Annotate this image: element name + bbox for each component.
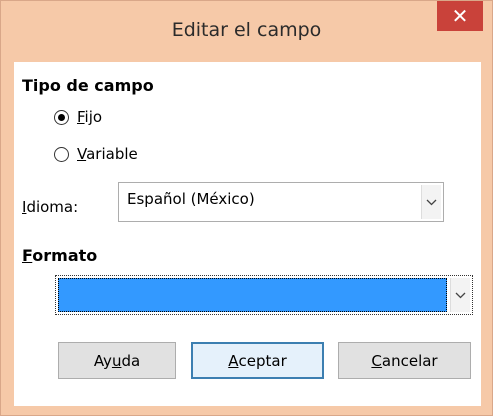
radio-fixed[interactable]: Fijo [54,108,102,126]
field-type-heading: Tipo de campo [22,76,154,95]
chevron-down-icon[interactable] [450,278,470,312]
radio-fixed-indicator[interactable] [54,109,69,125]
ok-button[interactable]: Aceptar [191,342,324,379]
cancel-button[interactable]: Cancelar [338,342,471,379]
radio-variable-label: Variable [77,145,138,163]
language-select[interactable]: Español (México) [118,182,444,222]
edit-field-dialog: Editar el campo ✕ Tipo de campo Fijo Var… [0,0,493,416]
chevron-down-icon[interactable] [421,185,441,219]
format-selected-value [58,278,447,312]
format-select[interactable] [55,275,473,315]
help-button[interactable]: Ay u da [58,342,176,379]
format-heading: Formato [22,246,98,265]
close-icon: ✕ [451,4,469,28]
radio-variable[interactable]: Variable [54,145,138,163]
language-value: Español (México) [127,190,255,208]
title-bar: Editar el campo ✕ [1,1,492,59]
radio-selected-dot [58,113,65,121]
close-button[interactable]: ✕ [437,1,483,31]
radio-fixed-label: Fijo [77,108,103,126]
dialog-content: Tipo de campo Fijo Variable Idioma: Espa… [14,62,481,406]
radio-variable-indicator[interactable] [54,146,69,162]
dialog-title: Editar el campo [171,19,322,41]
language-label: Idioma: [22,198,79,216]
